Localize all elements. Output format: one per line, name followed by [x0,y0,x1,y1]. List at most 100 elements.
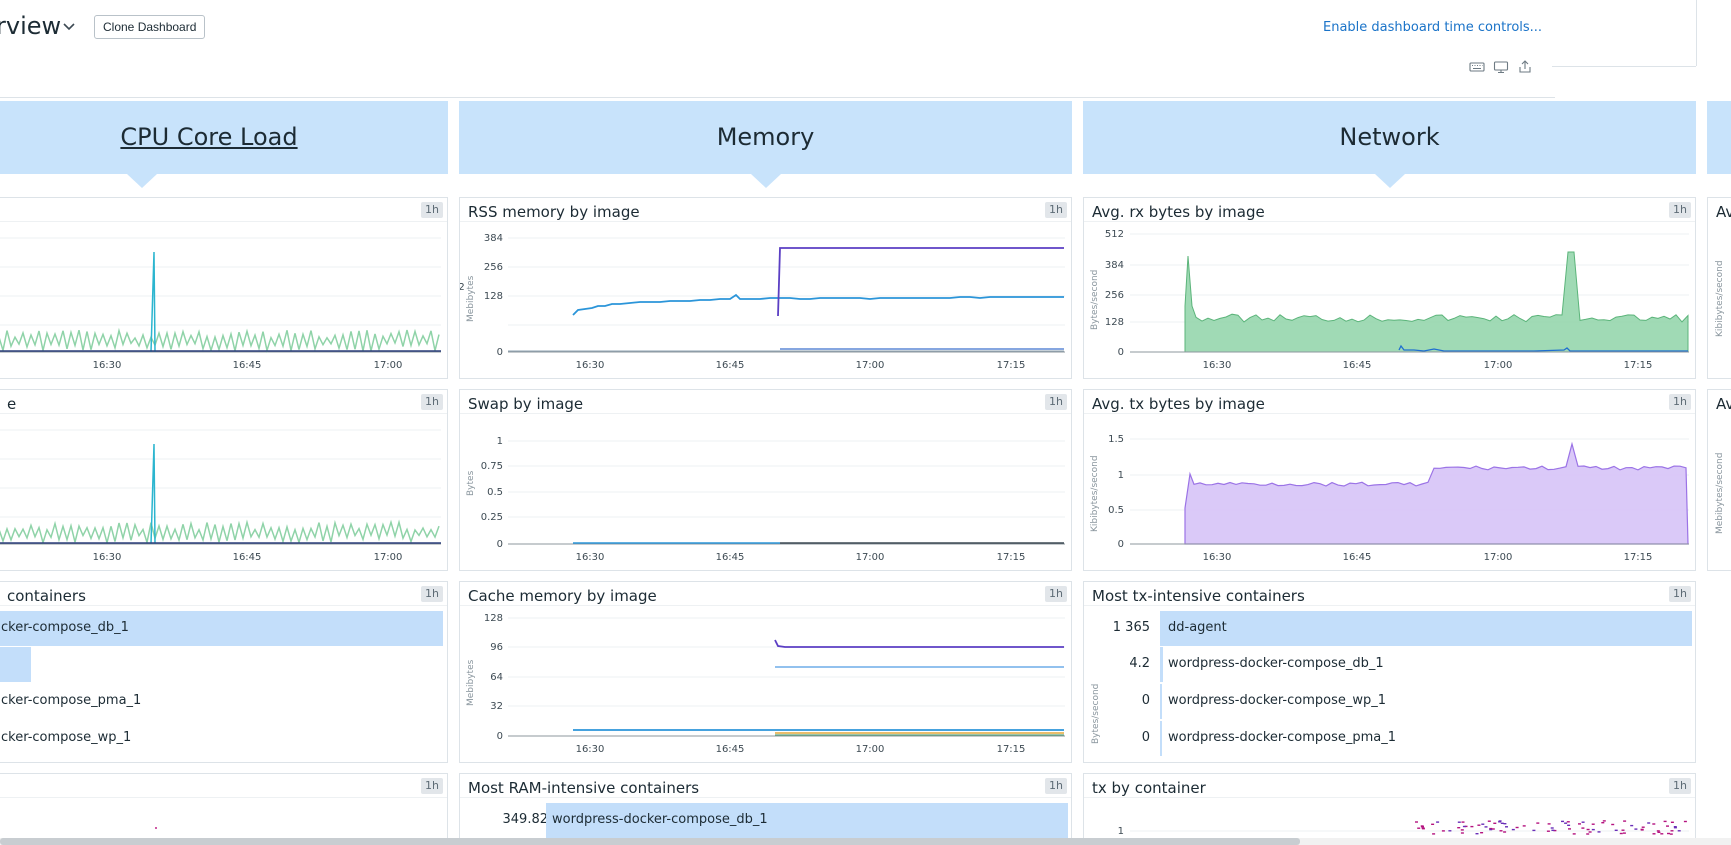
dashboard-title[interactable]: rview [0,12,61,40]
group-header-memory: Memory [459,101,1072,188]
series-mark [1441,830,1445,832]
series-mark [1586,828,1590,831]
series-mark [1491,828,1495,830]
y-tick-label: 384 [1105,260,1124,271]
y-tick-label: 1 [497,436,503,447]
widget-title: Av [1716,203,1731,221]
widget-rss-memory[interactable]: RSS memory by image 1h Mebibytes 384 256 1… [459,197,1072,379]
tv-mode-icon[interactable] [1493,60,1509,74]
x-tick-label: 16:45 [716,744,745,755]
toplist-label: wordpress-docker-compose_db_1 [1168,656,1384,671]
keyboard-icon[interactable] [1469,60,1485,74]
widget-tx-by-container[interactable]: tx by container 1h 1 [1083,773,1696,845]
y-tick-label: 32 [490,701,503,712]
widget-partial-1[interactable]: Av Kibibytes/second [1707,197,1731,379]
toplist-bar [1160,611,1692,646]
group-title-cpu[interactable]: CPU Core Load [0,123,418,151]
toplist-row[interactable]: cker-compose_db_1 [0,610,443,646]
enable-time-controls-link[interactable]: Enable dashboard time controls... [1323,20,1542,35]
series-mark [1581,827,1585,829]
toplist-label: wordpress-docker-compose_db_1 [552,812,768,827]
widget-tx-bytes[interactable]: Avg. tx bytes by image 1h Kibibytes/seco… [1083,389,1696,571]
toplist-row[interactable]: cker-compose_wp_1 [0,720,443,756]
time-badge: 1h [1045,586,1067,602]
y-tick-label: 256 [1105,290,1124,301]
horizontal-scrollbar[interactable] [0,838,1300,845]
x-tick-label: 17:15 [1624,552,1653,563]
time-badge: 1h [1045,778,1067,794]
series-mark [1551,829,1555,831]
x-tick-label: 17:15 [997,360,1026,371]
cache-chart[interactable]: Mebibytes 128 96 64 32 0 16:30 16:45 17:00 17:1… [460,606,1073,762]
y-tick-label: 0.25 [481,512,503,523]
toplist-row[interactable]: 4.2 wordpress-docker-compose_db_1 [1084,646,1691,682]
toplist-row[interactable]: 349.82 wordpress-docker-compose_db_1 [460,802,1068,838]
toplist-value: 0 [1141,730,1150,745]
rss-chart[interactable]: Mebibytes 384 256 128 0 02 16:30 16:45 17:00 1… [460,222,1073,378]
x-tick-label: 16:30 [1203,552,1232,563]
cpu-chart-2[interactable]: 16:30 16:45 17:00 [0,414,449,570]
dashboard: rview Clone Dashboard Enable dashboard t… [0,0,1731,845]
x-tick-label: 17:15 [997,552,1026,563]
widget-cpu-timeseries-1[interactable]: 1h 16:30 16:45 17:00 [0,197,448,379]
series-mark [1601,822,1605,824]
toplist-row[interactable]: 1 365 dd-agent [1084,610,1692,646]
tx-chart[interactable]: Kibibytes/second 1.5 1 0.5 0 16:30 16:45 17:0… [1084,414,1697,570]
toplist-label: wordpress-docker-compose_wp_1 [1168,693,1387,708]
widget-tx-toplist[interactable]: Most tx-intensive containers 1h Bytes/se… [1083,581,1696,763]
clone-dashboard-button[interactable]: Clone Dashboard [94,15,206,39]
toplist-row[interactable]: 0 wordpress-docker-compose_wp_1 [1084,683,1691,719]
widget-title: Av [1716,395,1731,413]
toplist-label: cker-compose_pma_1 [1,693,142,708]
header-divider [0,97,1555,98]
series-mark [1432,833,1436,835]
toplist-row[interactable]: cker-compose_pma_1 [0,683,443,719]
widget-separator [1084,605,1695,606]
partial-unit: Kibibytes/second [1715,260,1725,337]
series-mark [1448,830,1452,832]
series-mark [1561,820,1564,823]
swap-chart[interactable]: Bytes 1 0.75 0.5 0.25 0 16:30 16:45 17:00 17:15 [460,414,1073,570]
toplist-label: cker-compose_db_1 [1,620,129,635]
widget-cpu-timeseries-2[interactable]: e 1h 16:30 16:45 17:00 [0,389,448,571]
toplist-row[interactable] [0,646,443,682]
x-tick-label: 16:30 [576,360,605,371]
widget-separator [0,605,447,606]
toplist-label: cker-compose_wp_1 [1,730,132,745]
widget-swap[interactable]: Swap by image 1h Bytes 1 0.75 0.5 0.25 0 16:… [459,389,1072,571]
series-mark [1588,831,1592,833]
group-header-network: Network [1083,101,1696,188]
y-tick-label: 128 [484,613,503,624]
widget-partial-2[interactable]: Av Mebibytes/second [1707,389,1731,571]
x-tick-label: 17:00 [856,552,885,563]
widget-cpu-toplist[interactable]: containers 1h cker-compose_db_1 cker-com… [0,581,448,763]
series-mark [1415,821,1418,823]
widget-cpu-4[interactable]: 1h [0,773,448,845]
chevron-down-icon[interactable] [62,20,76,34]
widget-ram-toplist[interactable]: Most RAM-intensive containers 1h 349.82 … [459,773,1072,845]
series-mark [1462,825,1466,828]
time-badge: 1h [421,778,443,794]
y-tick-label: 1.5 [1108,434,1124,445]
y-axis-unit: Mebibytes [466,275,476,322]
share-icon[interactable] [1517,60,1533,74]
x-tick-label: 17:00 [856,744,885,755]
series-mark [1647,822,1651,824]
widget-rx-bytes[interactable]: Avg. rx bytes by image 1h Bytes/second 5… [1083,197,1696,379]
time-badge: 1h [421,394,443,410]
series-mark [1591,823,1595,825]
series-mark [1591,828,1595,831]
rx-chart[interactable]: Bytes/second 512 384 256 128 0 16:30 16:45 17:… [1084,222,1697,378]
toplist-row[interactable]: 0 wordpress-docker-compose_pma_1 [1084,720,1691,756]
series-mark [1623,820,1627,822]
series-mark [1567,824,1571,826]
widget-cache-memory[interactable]: Cache memory by image 1h Mebibytes 128 96… [459,581,1072,763]
series-mark [1641,826,1645,828]
series-mark [1630,824,1634,827]
series-mark [1505,826,1508,828]
widget-separator [460,797,1071,798]
cpu-chart-1[interactable]: 16:30 16:45 17:00 [0,222,449,378]
group-header-cpu: CPU Core Load [0,101,448,188]
series-mark [1481,823,1485,825]
series-mark [1566,821,1570,823]
